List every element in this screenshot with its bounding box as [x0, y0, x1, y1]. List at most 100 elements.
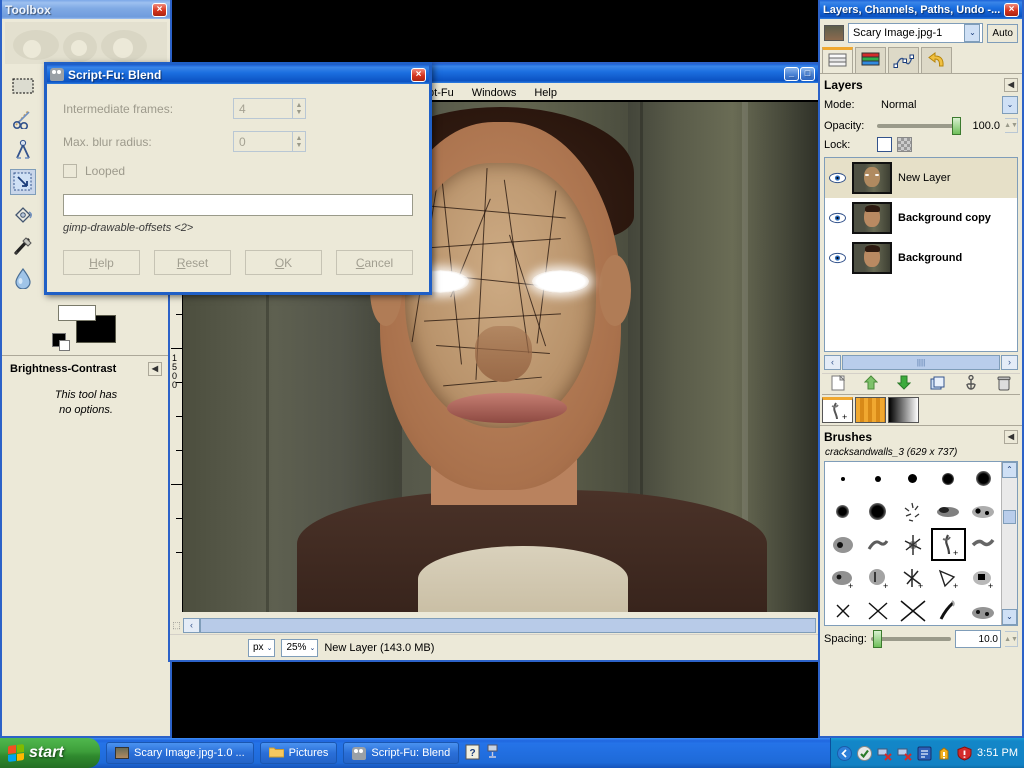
anchor-layer-button[interactable] [964, 374, 978, 394]
warning-icon[interactable] [937, 746, 952, 761]
list-item[interactable] [931, 495, 966, 528]
list-item[interactable] [860, 462, 895, 495]
intermediate-frames-input[interactable]: 4 [233, 98, 293, 119]
table-row[interactable]: Background [825, 238, 1017, 278]
list-item[interactable] [931, 594, 966, 627]
swap-colors-icon[interactable] [59, 340, 70, 351]
list-item[interactable] [860, 594, 895, 627]
layer-scroll-right-button[interactable]: › [1001, 355, 1018, 370]
tab-channels[interactable] [855, 47, 886, 73]
max-blur-radius-stepper[interactable]: ▲ ▼ [293, 131, 306, 152]
opacity-stepper[interactable]: ▲▼ [1004, 118, 1018, 133]
toolbox-close-icon[interactable]: × [152, 2, 167, 17]
help-button[interactable]: Help [63, 250, 140, 275]
network-icon[interactable] [486, 744, 500, 763]
layer-list-scrollbar[interactable]: ‹ |||| › [824, 354, 1018, 371]
list-item[interactable] [860, 528, 895, 561]
list-item[interactable] [895, 495, 930, 528]
show-desktop-icon[interactable] [837, 745, 853, 761]
layer-visibility-icon[interactable] [829, 252, 846, 264]
collapse-tool-options-icon[interactable]: ◀ [148, 362, 162, 376]
spacing-value-field[interactable]: 10.0 [955, 630, 1001, 648]
spin-up-icon[interactable]: ▲ [296, 102, 303, 109]
layer-visibility-icon[interactable] [829, 172, 846, 184]
list-item[interactable] [966, 594, 1001, 627]
brush-scroll-down-button[interactable]: ⌄ [1002, 609, 1017, 625]
auto-follow-button[interactable]: Auto [987, 23, 1018, 43]
move-tool[interactable] [10, 169, 36, 195]
updates-icon[interactable] [917, 746, 932, 761]
toolbox-titlebar[interactable]: Toolbox × [2, 0, 170, 19]
list-item[interactable] [966, 495, 1001, 528]
mode-chevron-down-icon[interactable]: ⌄ [1002, 96, 1018, 114]
taskbar-item-pictures[interactable]: Pictures [259, 742, 338, 764]
spin-down-icon[interactable]: ▼ [296, 142, 303, 149]
opacity-slider[interactable] [877, 116, 961, 135]
list-item[interactable] [895, 594, 930, 627]
taskbar-item-scary-image[interactable]: Scary Image.jpg-1.0 ... [106, 742, 254, 764]
ink-tool[interactable] [10, 233, 36, 259]
color-swatches[interactable] [2, 303, 170, 351]
cancel-button[interactable]: Cancel [336, 250, 413, 275]
ok-button[interactable]: OK [245, 250, 322, 275]
list-item[interactable]: + [895, 561, 930, 594]
script-fu-titlebar[interactable]: Script-Fu: Blend × [47, 65, 429, 84]
list-item[interactable] [860, 495, 895, 528]
taskbar-item-script-fu[interactable]: Script-Fu: Blend [343, 742, 460, 764]
foreground-color-swatch[interactable] [58, 305, 96, 321]
list-item[interactable] [825, 495, 860, 528]
security-icon[interactable] [957, 745, 972, 761]
brushes-tab[interactable]: + [822, 397, 853, 423]
list-item[interactable] [966, 528, 1001, 561]
menu-help[interactable]: Help [525, 85, 566, 101]
image-selector[interactable]: Scary Image.jpg-1 ⌄ [848, 23, 984, 43]
canvas-horizontal-scrollbar[interactable]: ⬚ ‹ [170, 617, 818, 634]
table-row[interactable]: Background copy [825, 198, 1017, 238]
layer-visibility-icon[interactable] [829, 212, 846, 224]
brush-grid[interactable]: + + + + + + ⌃ ⌄ [824, 461, 1018, 626]
dock-titlebar[interactable]: Layers, Channels, Paths, Undo -... × [820, 0, 1022, 19]
tab-undo-history[interactable] [921, 47, 952, 73]
layer-scroll-track[interactable]: |||| [842, 355, 1000, 370]
list-item[interactable]: + [825, 561, 860, 594]
opacity-slider-handle[interactable] [952, 116, 961, 135]
blur-tool[interactable] [10, 265, 36, 291]
bucket-fill-tool[interactable] [10, 201, 36, 227]
script-fu-text-input[interactable] [63, 194, 413, 216]
image-chevron-down-icon[interactable]: ⌄ [964, 24, 981, 42]
canvas-scroll-track[interactable] [200, 618, 816, 633]
list-item[interactable] [825, 594, 860, 627]
intermediate-frames-stepper[interactable]: ▲ ▼ [293, 98, 306, 119]
rect-select-tool[interactable] [10, 73, 36, 99]
menu-windows[interactable]: Windows [463, 85, 526, 101]
scissors-select-tool[interactable] [10, 105, 36, 131]
lower-layer-button[interactable] [896, 375, 912, 393]
gradients-tab[interactable] [888, 397, 919, 423]
tab-paths[interactable] [888, 47, 919, 73]
brush-scroll-thumb[interactable] [1003, 510, 1016, 524]
list-item[interactable]: + [966, 561, 1001, 594]
table-row[interactable]: New Layer [825, 158, 1017, 198]
lock-pixels-checkbox[interactable] [877, 137, 892, 152]
duplicate-layer-button[interactable] [930, 376, 945, 393]
list-item[interactable] [825, 462, 860, 495]
network-error-icon[interactable] [877, 746, 892, 761]
max-blur-radius-input[interactable]: 0 [233, 131, 293, 152]
tab-layers[interactable] [822, 47, 853, 73]
lock-alpha-icon[interactable] [897, 137, 912, 152]
list-item[interactable] [931, 462, 966, 495]
brush-grid-scrollbar[interactable]: ⌃ ⌄ [1001, 462, 1017, 625]
list-item[interactable]: + [930, 528, 966, 561]
spin-up-icon[interactable]: ▲ [296, 135, 303, 142]
mode-selector[interactable]: Normal [877, 96, 997, 114]
patterns-tab[interactable] [855, 397, 886, 423]
measure-tool[interactable] [10, 137, 36, 163]
collapse-layers-icon[interactable]: ◀ [1004, 78, 1018, 92]
delete-layer-button[interactable] [997, 375, 1011, 394]
layer-scroll-left-button[interactable]: ‹ [824, 355, 841, 370]
list-item[interactable] [825, 528, 860, 561]
new-layer-button[interactable] [831, 374, 846, 394]
script-fu-close-icon[interactable]: × [411, 67, 426, 82]
zoom-selector[interactable]: 25% ⌄ [281, 638, 319, 657]
list-item[interactable] [895, 528, 930, 561]
